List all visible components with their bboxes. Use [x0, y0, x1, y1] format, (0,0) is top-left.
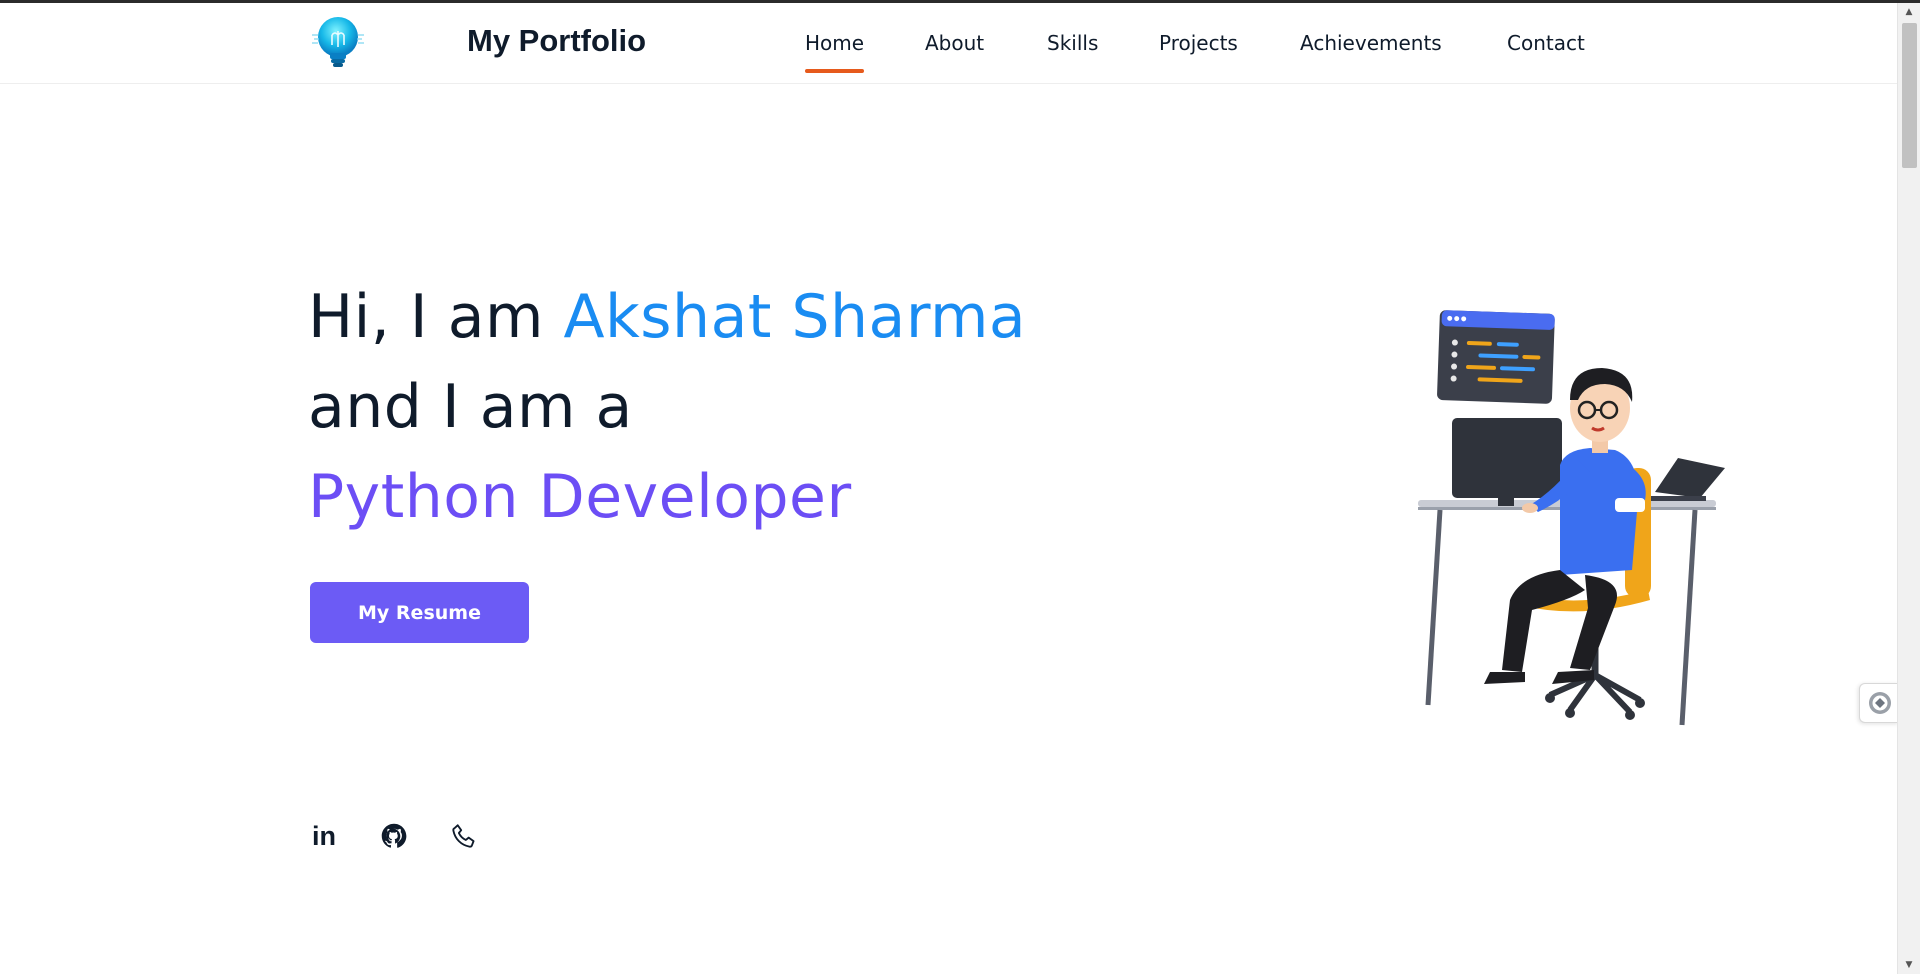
developer-illustration: [1410, 300, 1740, 730]
nav-skills[interactable]: Skills: [1047, 31, 1098, 55]
lightbulb-logo-icon[interactable]: [310, 13, 366, 73]
site-header: My Portfolio Home About Skills Projects …: [0, 3, 1897, 84]
scroll-up-arrow-icon[interactable]: ▲: [1898, 3, 1920, 21]
linkedin-icon[interactable]: in: [308, 820, 340, 852]
github-icon[interactable]: [378, 820, 410, 852]
scrollbar-thumb[interactable]: [1902, 23, 1917, 168]
hero-greeting: Hi, I am: [308, 282, 564, 352]
vertical-scrollbar[interactable]: ▲ ▼: [1897, 3, 1920, 974]
brand-title[interactable]: My Portfolio: [467, 23, 646, 59]
nav-projects[interactable]: Projects: [1159, 31, 1238, 55]
nav-home[interactable]: Home: [805, 31, 865, 73]
side-widget-button[interactable]: [1859, 683, 1899, 723]
hero-greeting-line: Hi, I am Akshat Sharma: [308, 282, 1026, 352]
phone-icon[interactable]: [448, 820, 480, 852]
scroll-down-arrow-icon[interactable]: ▼: [1898, 956, 1920, 974]
hero-role: Python Developer: [308, 462, 852, 532]
hero-subline: and I am a: [308, 372, 633, 442]
nav-about[interactable]: About: [925, 31, 984, 55]
side-widget-icon: [1868, 692, 1891, 714]
nav-contact[interactable]: Contact: [1507, 31, 1585, 55]
hero-name: Akshat Sharma: [563, 282, 1027, 352]
nav-achievements[interactable]: Achievements: [1300, 31, 1442, 55]
resume-button[interactable]: My Resume: [310, 582, 529, 643]
